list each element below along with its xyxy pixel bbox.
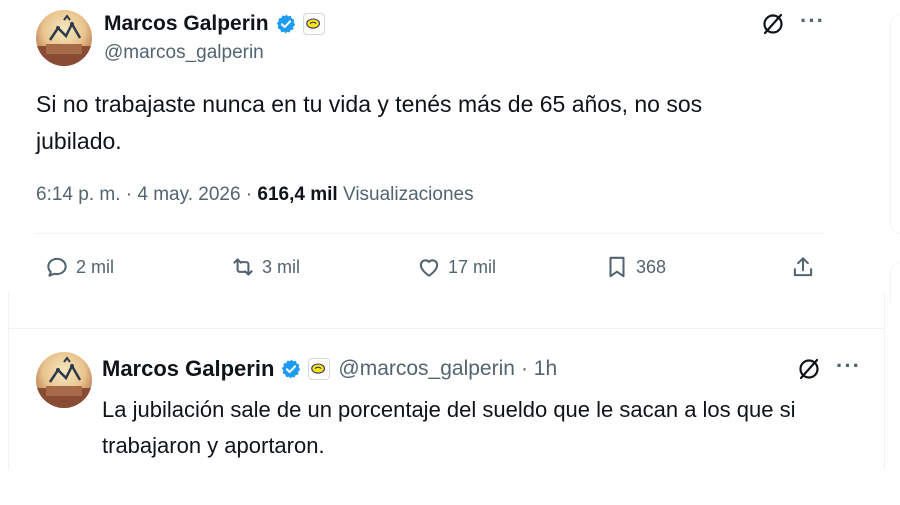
retweet-button[interactable]: 3 mil xyxy=(230,254,300,280)
author-handle[interactable]: @marcos_galperin xyxy=(104,42,264,64)
avatar[interactable] xyxy=(36,352,92,408)
like-count: 17 mil xyxy=(448,256,497,277)
share-icon xyxy=(793,257,813,277)
author-handle[interactable]: @marcos_galperin xyxy=(338,357,515,381)
bookmark-icon xyxy=(609,256,625,278)
reply-tweet[interactable]: Marcos Galperin @marcos_galperin · 1h ··… xyxy=(0,292,900,472)
like-icon xyxy=(419,259,439,277)
tweet-timestamp[interactable]: 6:14 p. m. · 4 may. 2026 · xyxy=(36,184,252,205)
verified-badge-icon xyxy=(275,13,297,35)
author-name[interactable]: Marcos Galperin xyxy=(102,356,274,382)
author-name[interactable]: Marcos Galperin xyxy=(104,12,269,36)
grok-icon[interactable] xyxy=(796,356,822,382)
tweet-meta: 6:14 p. m. · 4 may. 2026 · 616,4 mil Vis… xyxy=(36,184,474,206)
reply-count: 2 mil xyxy=(76,256,115,277)
reply-timestamp[interactable]: · 1h xyxy=(521,357,557,381)
grok-icon[interactable] xyxy=(760,11,786,37)
more-icon[interactable]: ··· xyxy=(836,353,861,379)
side-panel-edge xyxy=(890,14,900,234)
views-count: 616,4 mil xyxy=(257,184,338,205)
reply-text: La jubilación sale de un porcentaje del … xyxy=(102,397,796,458)
divider xyxy=(36,233,824,234)
retweet-count: 3 mil xyxy=(262,256,301,277)
tweet-text: Si no trabajaste nunca en tu vida y tené… xyxy=(36,91,703,154)
main-tweet: Marcos Galperin @marcos_galperin ··· Si … xyxy=(0,0,850,300)
divider xyxy=(884,292,885,470)
views-label: Visualizaciones xyxy=(342,184,474,205)
more-icon[interactable]: ··· xyxy=(800,8,825,34)
like-button[interactable]: 17 mil xyxy=(416,254,496,280)
avatar[interactable] xyxy=(36,10,92,66)
bookmark-count: 368 xyxy=(636,256,667,277)
affiliate-badge-icon[interactable] xyxy=(302,13,325,35)
reply-icon xyxy=(47,257,67,277)
affiliate-badge-icon[interactable] xyxy=(308,358,331,380)
divider xyxy=(8,328,884,329)
reply-button[interactable]: 2 mil xyxy=(44,254,114,280)
share-button[interactable] xyxy=(790,254,816,280)
divider xyxy=(8,292,9,470)
verified-badge-icon xyxy=(280,358,302,380)
bookmark-button[interactable]: 368 xyxy=(604,254,666,280)
retweet-icon xyxy=(233,258,253,276)
